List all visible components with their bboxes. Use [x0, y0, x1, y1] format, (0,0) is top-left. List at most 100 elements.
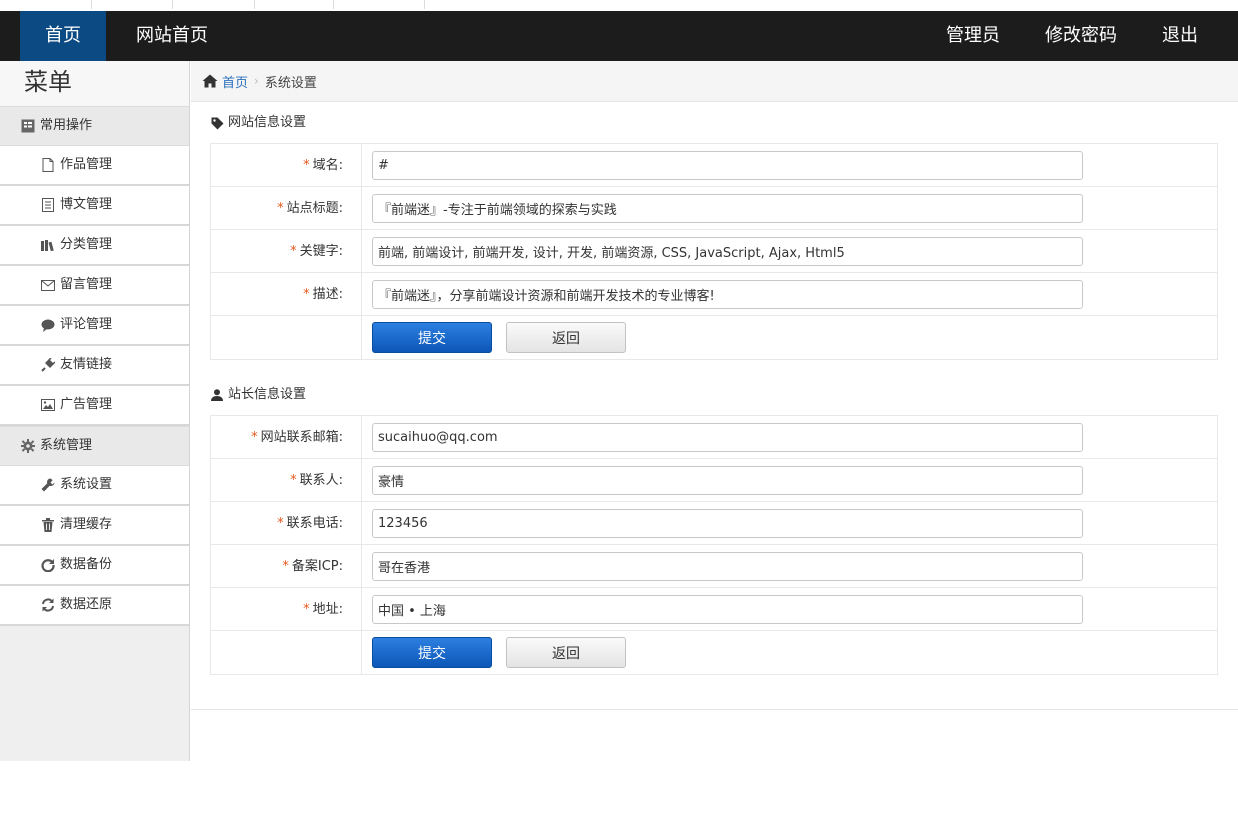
- field-cell: [362, 416, 1217, 458]
- sidebar-item-label: 广告管理: [60, 397, 113, 412]
- field-label: * 网站联系邮箱:: [211, 416, 362, 458]
- sidebar-group-system[interactable]: 系统管理: [0, 426, 189, 466]
- email-input[interactable]: [372, 422, 1083, 452]
- required-mark: *: [290, 473, 297, 488]
- user-icon: [210, 388, 224, 402]
- field-label: * 关键字:: [211, 230, 362, 272]
- nav-home-link[interactable]: 首页: [20, 11, 106, 61]
- sidebar-item-messages[interactable]: 留言管理: [0, 266, 189, 306]
- phone-input[interactable]: [372, 508, 1083, 538]
- sidebar-item-works[interactable]: 作品管理: [0, 146, 189, 186]
- keywords-input[interactable]: [372, 236, 1083, 266]
- sidebar-item-ads[interactable]: 广告管理: [0, 386, 189, 426]
- field-label: * 联系电话:: [211, 502, 362, 544]
- field-cell: 提交 返回: [362, 316, 1217, 359]
- sidebar-group-common[interactable]: 常用操作: [0, 106, 189, 146]
- form-row-phone: * 联系电话:: [211, 502, 1217, 545]
- sidebar-item-category[interactable]: 分类管理: [0, 226, 189, 266]
- field-cell: [362, 459, 1217, 501]
- owner-info-form: *网站联系邮箱: *联系人: *联系电话: *备案ICP: *地址: 提交 返回: [210, 415, 1218, 675]
- label-text: 网站联系邮箱:: [260, 430, 343, 445]
- field-cell: [362, 187, 1217, 229]
- label-text: 站点标题:: [286, 201, 343, 216]
- required-mark: *: [277, 516, 284, 531]
- field-label: * 地址:: [211, 588, 362, 630]
- sidebar: 菜单 常用操作 作品管理 博文管理 分类管理 留言管理 评论管理 友情链接 广告…: [0, 61, 190, 761]
- icp-input[interactable]: [372, 551, 1083, 581]
- breadcrumb-home-link[interactable]: 首页: [222, 72, 248, 91]
- label-text: 关键字:: [299, 244, 343, 259]
- site-info-back-button[interactable]: 返回: [506, 322, 626, 353]
- site-title-input[interactable]: [372, 193, 1083, 223]
- form-row-email: * 网站联系邮箱:: [211, 416, 1217, 459]
- file-icon: [40, 158, 55, 173]
- domain-input[interactable]: [372, 150, 1083, 180]
- field-cell: [362, 273, 1217, 315]
- tab-edge: [92, 0, 173, 9]
- field-cell: [362, 144, 1217, 186]
- label-text: 描述:: [312, 287, 343, 302]
- field-label: * 描述:: [211, 273, 362, 315]
- home-icon: [202, 74, 218, 88]
- document-icon: [40, 198, 55, 213]
- tag-icon: [210, 116, 224, 130]
- required-mark: *: [303, 287, 310, 302]
- site-info-section-title: 网站信息设置: [210, 113, 306, 133]
- form-row-contact: * 联系人:: [211, 459, 1217, 502]
- list-box-icon: [20, 119, 35, 134]
- books-icon: [40, 238, 55, 253]
- sidebar-item-system-settings[interactable]: 系统设置: [0, 466, 189, 506]
- field-cell: [362, 588, 1217, 630]
- sidebar-item-backup[interactable]: 数据备份: [0, 546, 189, 586]
- owner-info-back-button[interactable]: 返回: [506, 637, 626, 668]
- field-cell: 提交 返回: [362, 631, 1217, 674]
- form-row-domain: * 域名:: [211, 144, 1217, 187]
- address-input[interactable]: [372, 594, 1083, 624]
- contact-input[interactable]: [372, 465, 1083, 495]
- field-label: * 站点标题:: [211, 187, 362, 229]
- site-info-form: *域名: *站点标题: *关键字: *描述: 提交 返回: [210, 143, 1218, 360]
- form-row-address: * 地址:: [211, 588, 1217, 631]
- required-mark: *: [251, 430, 258, 445]
- nav-change-password-link[interactable]: 修改密码: [1036, 11, 1126, 61]
- sidebar-item-restore[interactable]: 数据还原: [0, 586, 189, 626]
- sidebar-item-label: 分类管理: [60, 237, 113, 252]
- refresh-icon: [40, 598, 55, 613]
- sidebar-item-label: 系统设置: [60, 477, 113, 492]
- trash-icon: [40, 518, 55, 533]
- form-row-actions: 提交 返回: [211, 631, 1217, 674]
- section-title-text: 站长信息设置: [228, 387, 307, 402]
- nav-admin-link[interactable]: 管理员: [936, 11, 1010, 61]
- label-text: 地址:: [312, 602, 343, 617]
- field-label-empty: [211, 631, 362, 674]
- sidebar-item-clear-cache[interactable]: 清理缓存: [0, 506, 189, 546]
- chevron-right-icon: ›: [254, 74, 259, 88]
- plug-icon: [40, 358, 55, 373]
- site-info-submit-button[interactable]: 提交: [372, 322, 492, 353]
- sidebar-item-comments[interactable]: 评论管理: [0, 306, 189, 346]
- sidebar-item-label: 评论管理: [60, 317, 113, 332]
- sidebar-item-links[interactable]: 友情链接: [0, 346, 189, 386]
- description-input[interactable]: [372, 279, 1083, 309]
- tab-edge: [334, 0, 425, 9]
- sidebar-item-blog[interactable]: 博文管理: [0, 186, 189, 226]
- tab-edge: [173, 0, 255, 9]
- sidebar-item-label: 博文管理: [60, 197, 113, 212]
- nav-site-home-link[interactable]: 网站首页: [124, 11, 220, 61]
- picture-icon: [40, 398, 55, 413]
- owner-info-submit-button[interactable]: 提交: [372, 637, 492, 668]
- sidebar-item-label: 友情链接: [60, 357, 113, 372]
- required-mark: *: [290, 244, 297, 259]
- redo-icon: [40, 558, 55, 573]
- required-mark: *: [303, 158, 310, 173]
- top-tab-strip: [0, 0, 1238, 11]
- sidebar-group-label: 常用操作: [40, 118, 93, 133]
- sidebar-item-label: 数据备份: [60, 557, 113, 572]
- tab-edge: [255, 0, 334, 9]
- wrench-icon: [40, 478, 55, 493]
- top-navbar: 首页 网站首页 管理员 修改密码 退出: [0, 11, 1238, 61]
- label-text: 联系人:: [299, 473, 343, 488]
- owner-info-section-title: 站长信息设置: [210, 385, 306, 405]
- required-mark: *: [277, 201, 284, 216]
- nav-logout-link[interactable]: 退出: [1152, 11, 1208, 61]
